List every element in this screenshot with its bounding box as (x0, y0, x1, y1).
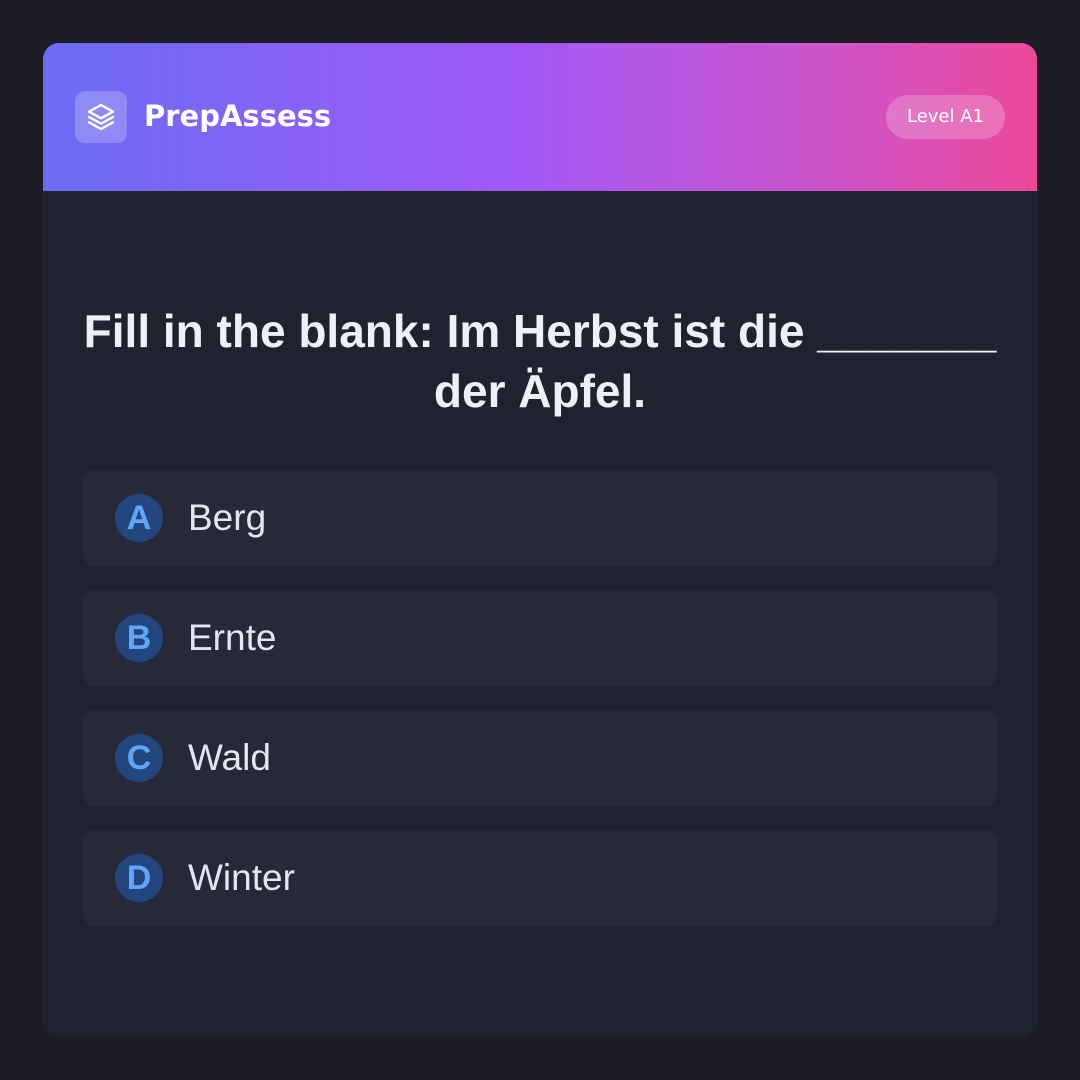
option-a[interactable]: A Berg (83, 470, 997, 566)
option-b[interactable]: B Ernte (83, 590, 997, 686)
option-letter-badge: C (115, 734, 163, 782)
option-label: Ernte (188, 617, 277, 658)
level-badge: Level A1 (885, 95, 1005, 139)
option-label: Winter (188, 857, 295, 898)
quiz-card: PrepAssess Level A1 Fill in the blank: I… (43, 43, 1037, 1037)
logo (75, 91, 127, 143)
option-d[interactable]: D Winter (83, 830, 997, 926)
option-label: Wald (188, 737, 271, 778)
brand-name: PrepAssess (144, 99, 332, 133)
answer-options: A Berg B Ernte C Wald D Winter (83, 470, 997, 950)
option-label: Berg (188, 497, 267, 538)
option-letter-badge: A (115, 494, 163, 542)
question-text: Fill in the blank: Im Herbst ist die ___… (83, 305, 997, 417)
option-letter-badge: B (115, 614, 163, 662)
option-letter-badge: D (115, 854, 163, 902)
header: PrepAssess Level A1 (43, 43, 1037, 191)
option-c[interactable]: C Wald (83, 710, 997, 806)
layers-icon (87, 103, 115, 131)
